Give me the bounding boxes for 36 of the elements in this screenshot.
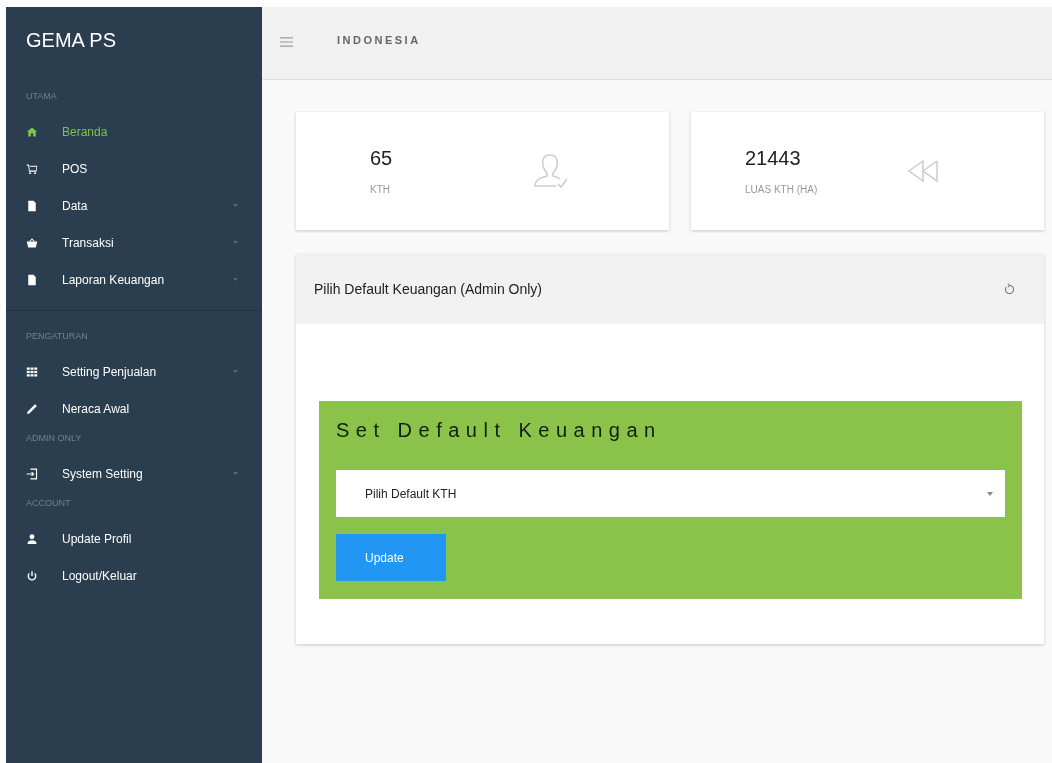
file-icon (26, 273, 38, 286)
stat-label: KTH (370, 184, 391, 195)
caret-icon (987, 491, 993, 496)
sidebar-item[interactable]: POS (6, 150, 262, 187)
page-title: INDONESIA (337, 34, 421, 46)
sidebar-item[interactable]: Setting Penjualan (6, 353, 262, 390)
form-heading: Set Default Keuangan (336, 419, 663, 442)
stat-value: 21443 (745, 147, 802, 170)
menu-icon[interactable] (280, 37, 293, 47)
home-icon (26, 125, 38, 138)
select-field[interactable]: Pilih Default KTH (336, 470, 1005, 517)
sidebar-item[interactable]: Transaksi (6, 224, 262, 261)
section-heading: PENGATURAN (25, 331, 89, 341)
cart-icon (26, 162, 38, 175)
section-heading: ACCOUNT (25, 498, 72, 508)
sidebar-item[interactable]: Neraca Awal (6, 390, 262, 427)
basket-icon (26, 236, 38, 249)
sign-in-icon (26, 467, 38, 480)
panel-title: Pilih Default Keuangan (Admin Only) (314, 281, 542, 297)
sidebar-item[interactable]: Beranda (6, 113, 262, 150)
grid-icon (26, 365, 38, 378)
pencil-icon (26, 402, 38, 415)
stat-value: 65 (370, 147, 394, 170)
stat-label: LUAS KTH (HA) (745, 184, 819, 195)
sidebar-item[interactable]: Data (6, 187, 262, 224)
user-icon (26, 532, 38, 545)
sidebar-item[interactable]: Logout/Keluar (6, 557, 262, 594)
section-heading: UTAMA (25, 91, 58, 101)
power-icon (26, 569, 38, 582)
brand-title: GEMA PS (25, 29, 118, 53)
file-icon (26, 199, 38, 212)
refresh-icon[interactable] (1003, 282, 1016, 296)
sidebar-item[interactable]: System Setting (6, 455, 262, 492)
sidebar-item[interactable]: Laporan Keuangan (6, 261, 262, 298)
section-heading: ADMIN ONLY (25, 433, 83, 443)
sidebar-item[interactable]: Update Profil (6, 520, 262, 557)
